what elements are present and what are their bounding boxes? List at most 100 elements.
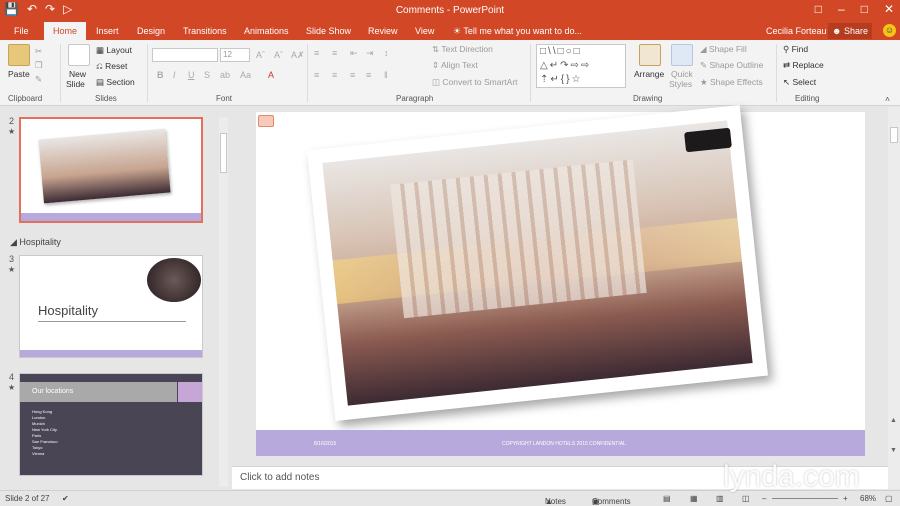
columns-icon[interactable]: ‖ [384, 70, 388, 80]
zoom-in-icon[interactable]: + [843, 494, 848, 503]
notes-placeholder: Click to add notes [240, 472, 320, 483]
slide-thumbnail[interactable]: Hospitality [19, 255, 203, 358]
text-direction-icon: ⇅ [432, 44, 442, 54]
slide-photo[interactable] [306, 105, 769, 421]
scroll-up-icon[interactable]: ▲ [890, 417, 897, 424]
arrange-button[interactable]: Arrange [634, 69, 664, 79]
user-name[interactable]: Cecilia Forteau [766, 22, 827, 40]
zoom-slider[interactable] [772, 498, 838, 499]
thumbnail-title: Hospitality [38, 303, 98, 318]
reset-button[interactable]: ⎌ Reset [96, 61, 127, 72]
convert-smartart-button[interactable]: ◫ Convert to SmartArt [432, 77, 518, 88]
clear-format-icon[interactable]: A✗ [291, 50, 305, 61]
align-right-icon[interactable]: ≡ [350, 70, 355, 80]
replace-button[interactable]: ⇄ Replace [783, 60, 824, 71]
transition-star-icon: ★ [8, 265, 16, 274]
numbering-icon[interactable]: ≡ [332, 48, 337, 58]
decrease-indent-icon[interactable]: ⇤ [350, 48, 358, 59]
thumbnail-title: Our locations [32, 388, 74, 395]
font-group-label: Font [216, 94, 233, 103]
new-slide-icon[interactable] [68, 44, 90, 66]
slideshow-view-icon[interactable]: ◫ [742, 494, 750, 503]
cut-icon[interactable]: ✂ [35, 46, 42, 57]
slides-group-label: Slides [95, 94, 117, 103]
tab-review[interactable]: Review [362, 22, 404, 40]
tab-design[interactable]: Design [131, 22, 171, 40]
paste-button[interactable]: Paste [8, 69, 30, 79]
shrink-font-icon[interactable]: Aˇ [274, 50, 283, 60]
italic-button[interactable]: I [173, 70, 176, 80]
search-icon: ⚲ [783, 44, 792, 54]
justify-icon[interactable]: ≡ [366, 70, 371, 80]
font-name-box[interactable] [152, 48, 218, 62]
shape-effects-button[interactable]: ★ Shape Effects [700, 77, 763, 88]
tab-animations[interactable]: Animations [238, 22, 295, 40]
slide-number: 4 [9, 372, 15, 382]
thumbnail-scrollbar[interactable] [219, 117, 228, 487]
find-button[interactable]: ⚲ Find [783, 44, 808, 55]
line-spacing-icon[interactable]: ↕ [384, 48, 389, 58]
slide-sorter-icon[interactable]: ▦ [690, 494, 698, 503]
scrollbar-thumb[interactable] [890, 127, 898, 143]
normal-view-icon[interactable]: ▤ [663, 494, 671, 503]
tab-insert[interactable]: Insert [90, 22, 125, 40]
align-left-icon[interactable]: ≡ [314, 70, 319, 80]
bold-button[interactable]: B [157, 70, 164, 80]
tell-me-box[interactable]: ☀ Tell me what you want to do... [453, 22, 582, 40]
share-button[interactable]: ☻ Share [828, 23, 873, 39]
slide-number: 2 [9, 116, 15, 126]
slide-counter: Slide 2 of 27 [5, 494, 50, 503]
tab-slide-show[interactable]: Slide Show [300, 22, 357, 40]
layout-button[interactable]: ▦ Layout [96, 45, 132, 56]
close-icon[interactable]: ✕ [884, 2, 894, 16]
char-spacing-icon[interactable]: ab [220, 70, 230, 80]
shape-outline-button[interactable]: ✎ Shape Outline [700, 60, 763, 71]
bullets-icon[interactable]: ≡ [314, 48, 319, 58]
spellcheck-icon[interactable]: ✔ [62, 494, 69, 503]
tab-home[interactable]: Home [44, 22, 86, 40]
minimize-icon[interactable]: – [838, 2, 845, 16]
tab-transitions[interactable]: Transitions [177, 22, 233, 40]
section-button[interactable]: ▤ Section [96, 77, 135, 88]
align-text-button[interactable]: ⇕ Align Text [432, 60, 478, 71]
paste-icon[interactable] [8, 44, 30, 66]
arrange-icon[interactable] [639, 44, 661, 66]
align-center-icon[interactable]: ≡ [332, 70, 337, 80]
slide-thumbnail[interactable] [19, 117, 203, 223]
zoom-level[interactable]: 68% [860, 494, 876, 503]
comment-icon[interactable] [258, 115, 274, 127]
shapes-gallery[interactable]: □\\□○□ △↵↷⇨⇨ ⇡↵{}☆ [536, 44, 626, 88]
change-case-icon[interactable]: Aa [240, 70, 251, 80]
text-direction-button[interactable]: ⇅ Text Direction [432, 44, 493, 55]
font-size-box[interactable]: 12 [220, 48, 250, 62]
copy-icon[interactable]: ❐ [35, 60, 43, 71]
tab-view[interactable]: View [409, 22, 440, 40]
increase-indent-icon[interactable]: ⇥ [366, 48, 374, 59]
quick-styles-icon[interactable] [671, 44, 693, 66]
fit-to-window-icon[interactable]: ▢ [885, 494, 893, 503]
format-painter-icon[interactable]: ✎ [35, 74, 42, 85]
select-button[interactable]: ↖ Select [783, 77, 816, 88]
shape-fill-button[interactable]: ◢ Shape Fill [700, 44, 747, 55]
title-underline [38, 321, 186, 322]
slide-scrollbar[interactable]: ▲ ▼ [888, 107, 900, 489]
font-color-icon[interactable]: A [268, 70, 274, 80]
tab-file[interactable]: File [8, 22, 35, 40]
smiley-icon[interactable]: ☺ [883, 24, 896, 37]
zoom-out-icon[interactable]: – [762, 494, 766, 503]
collapse-ribbon-icon[interactable]: ˄ [885, 94, 890, 104]
scroll-down-icon[interactable]: ▼ [890, 447, 897, 454]
ribbon-tabs: File Home Insert Design Transitions Anim… [0, 22, 900, 40]
new-slide-button[interactable]: New [69, 69, 86, 79]
reading-view-icon[interactable]: ▥ [716, 494, 724, 503]
slide-thumbnail[interactable]: Our locations Hong Kong London Munich Ne… [19, 373, 203, 476]
smartart-icon: ◫ [432, 77, 443, 87]
underline-button[interactable]: U [188, 70, 195, 80]
grow-font-icon[interactable]: Aˆ [256, 50, 265, 60]
section-header[interactable]: ◢ Hospitality [10, 237, 61, 248]
strikethrough-button[interactable]: S [204, 70, 210, 80]
scrollbar-thumb[interactable] [220, 133, 227, 173]
ribbon-display-icon[interactable]: □ [815, 2, 822, 16]
quick-styles-button[interactable]: Quick [671, 69, 693, 79]
maximize-icon[interactable]: □ [861, 2, 868, 16]
